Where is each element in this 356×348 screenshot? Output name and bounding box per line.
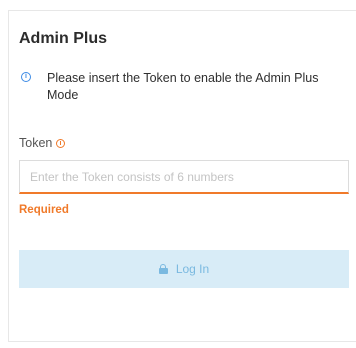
alert-circle-icon	[56, 139, 66, 148]
dialog-title: Admin Plus	[19, 30, 108, 47]
token-required-error: Required	[19, 204, 69, 216]
info-message: Please insert the Token to enable the Ad…	[47, 71, 319, 102]
token-input[interactable]	[19, 160, 349, 194]
info-circle-icon: i	[21, 72, 31, 82]
token-label-text: Token	[19, 136, 53, 150]
login-button-label: Log In	[175, 262, 210, 276]
lock-icon	[158, 264, 168, 274]
login-button[interactable]: Log In	[19, 250, 349, 288]
token-field-label: Token	[19, 136, 66, 150]
